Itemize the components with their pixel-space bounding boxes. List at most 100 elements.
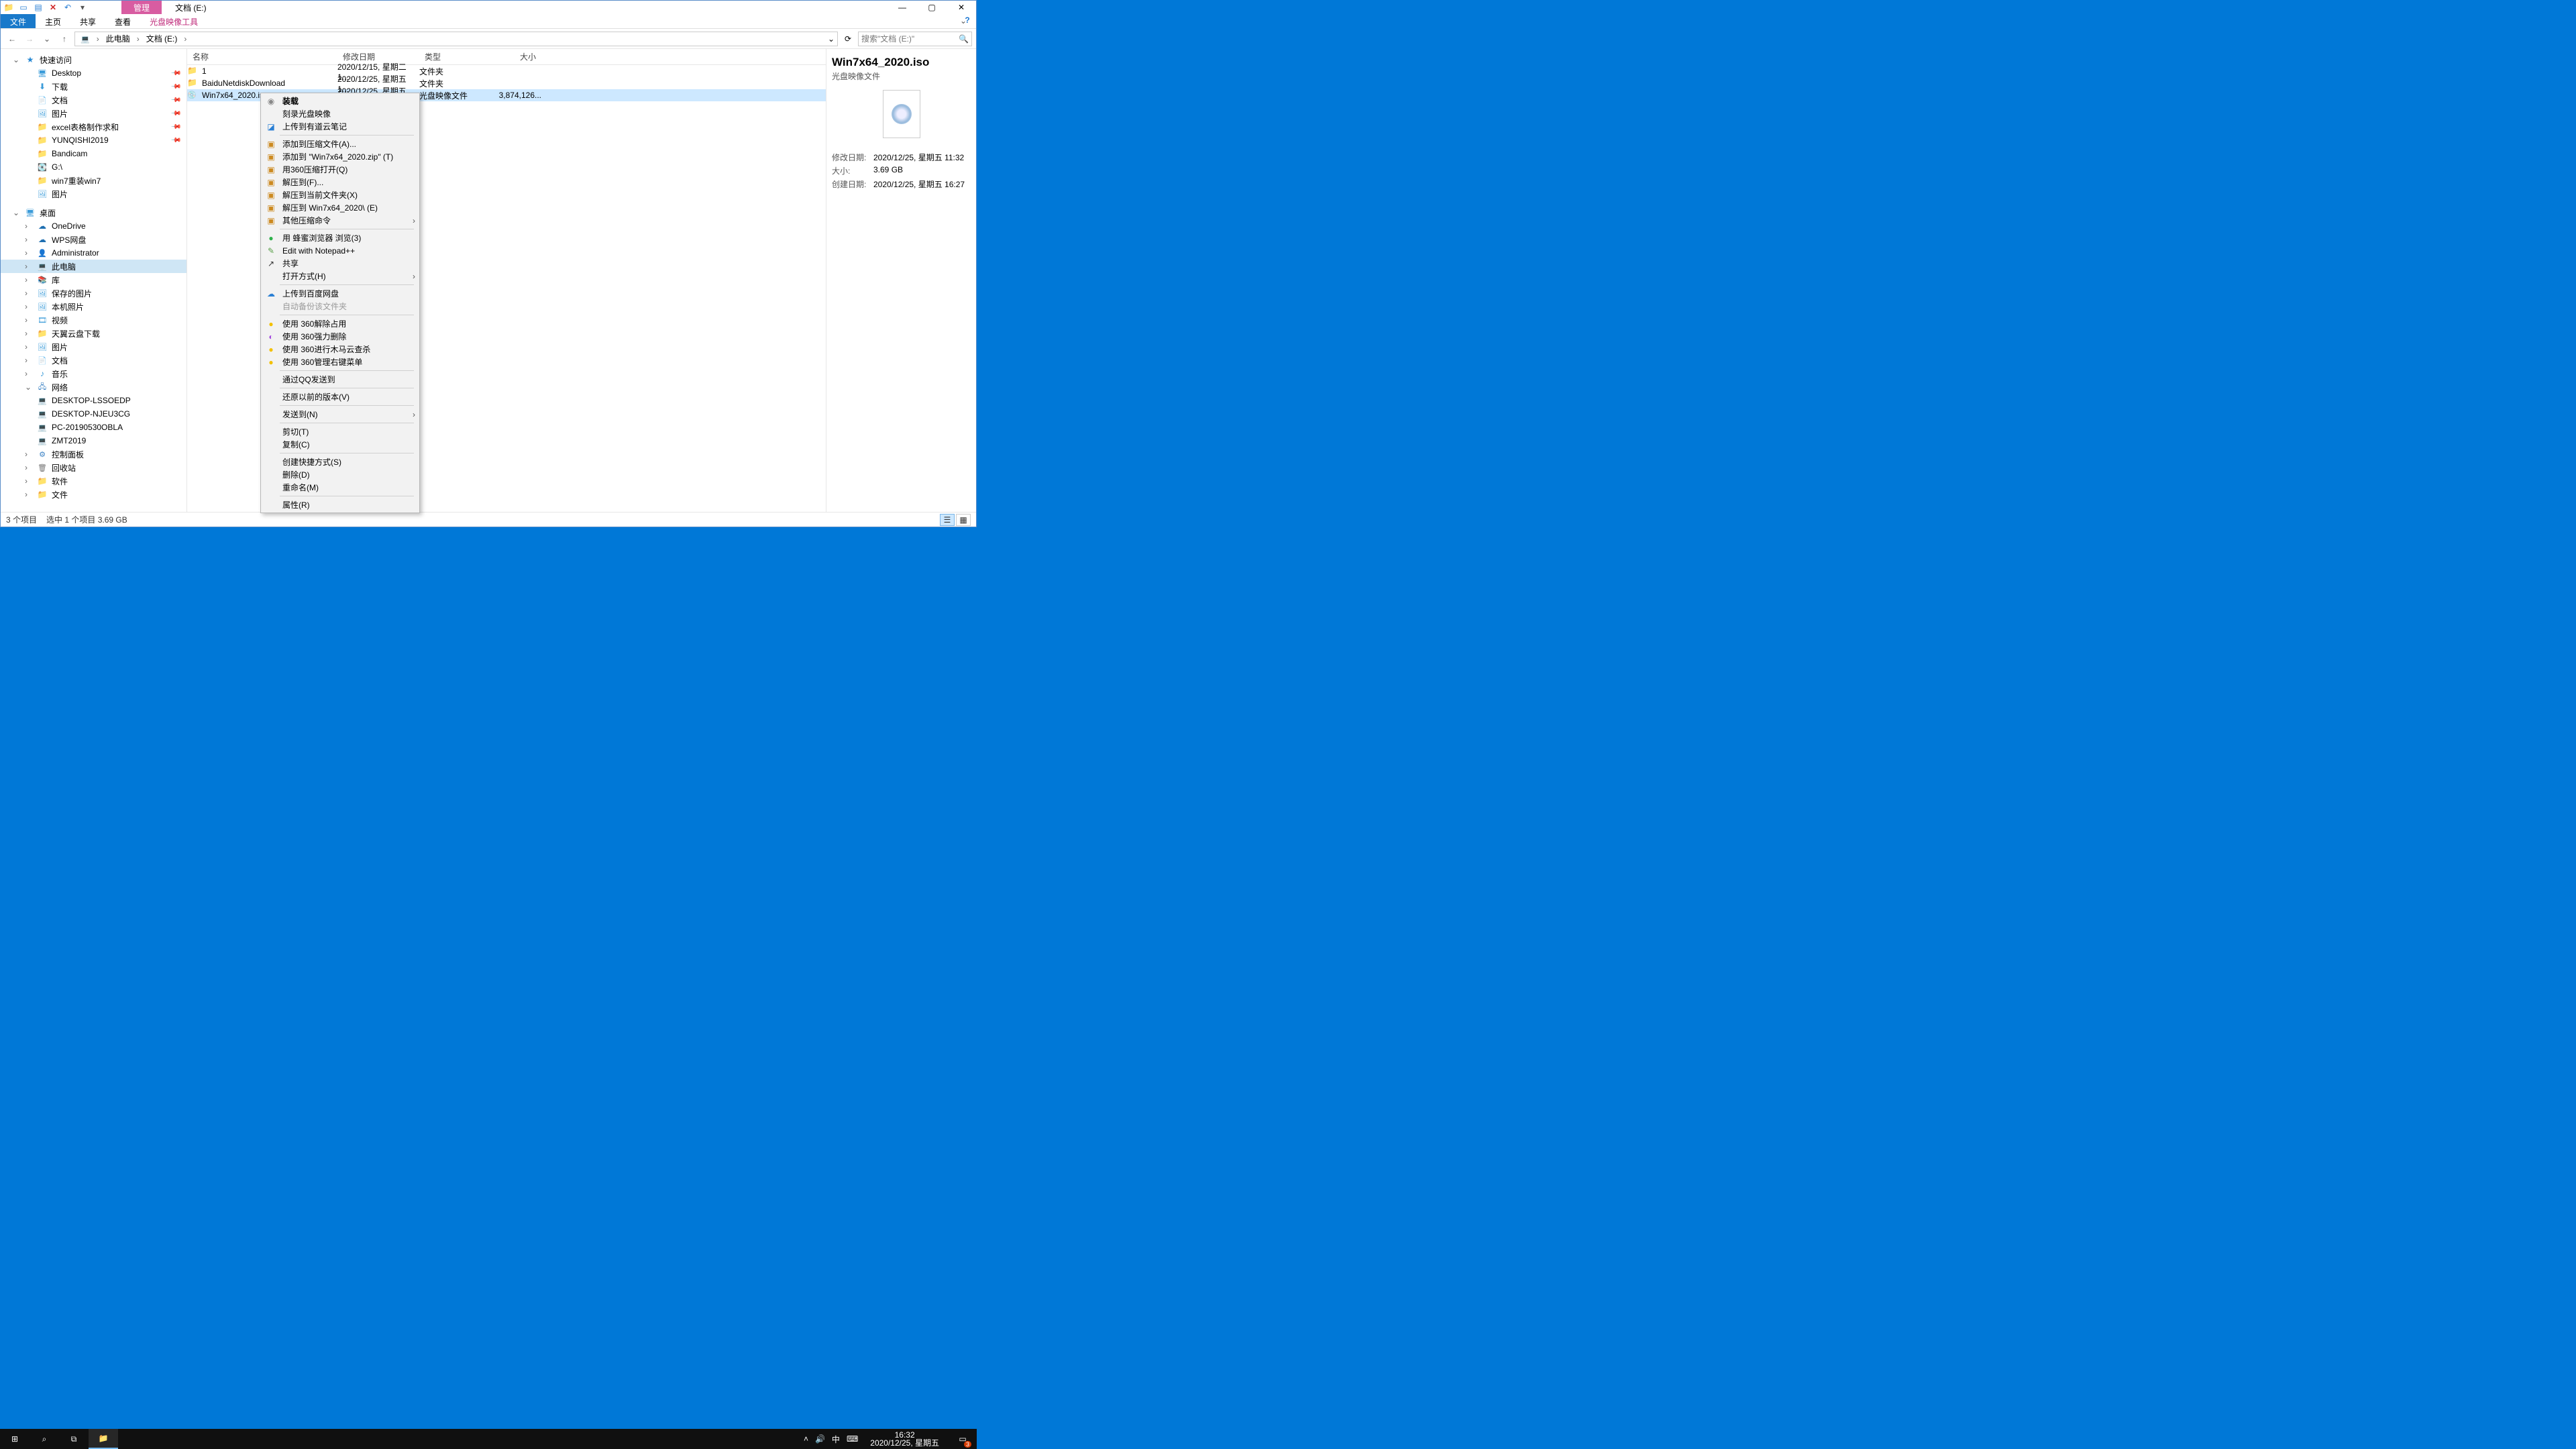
context-menu-item[interactable]: 重命名(M) bbox=[261, 481, 419, 494]
tree-item[interactable]: 下载📌 bbox=[1, 80, 186, 93]
context-menu-item[interactable]: 使用 360强力删除 bbox=[261, 330, 419, 343]
context-menu-item[interactable]: 通过QQ发送到 bbox=[261, 373, 419, 386]
qat-dropdown-icon[interactable]: ▾ bbox=[77, 2, 88, 13]
col-name[interactable]: 名称 bbox=[187, 51, 337, 62]
tree-item[interactable]: Desktop📌 bbox=[1, 66, 186, 80]
tree-item[interactable]: DESKTOP-NJEU3CG bbox=[1, 407, 186, 421]
context-menu-item[interactable]: 装载 bbox=[261, 95, 419, 107]
crumb-sep-icon[interactable]: › bbox=[94, 34, 102, 44]
address-history-dropdown[interactable]: ⌄ bbox=[825, 34, 835, 44]
context-menu-item[interactable]: 添加到压缩文件(A)... bbox=[261, 138, 419, 150]
expand-icon[interactable]: › bbox=[25, 356, 33, 365]
crumb-sep-icon[interactable]: › bbox=[181, 34, 189, 44]
tree-item[interactable]: ›文档 bbox=[1, 354, 186, 367]
tree-item[interactable]: 图片 bbox=[1, 187, 186, 201]
recent-dropdown[interactable]: ⌄ bbox=[40, 32, 54, 46]
tray-ime-icon[interactable]: ⌨ bbox=[847, 1434, 858, 1444]
context-menu-item[interactable]: 刻录光盘映像 bbox=[261, 107, 419, 120]
context-menu-item[interactable]: Edit with Notepad++ bbox=[261, 244, 419, 257]
crumb-sep-icon[interactable]: › bbox=[134, 34, 142, 44]
tray-ime-indicator[interactable]: 中 bbox=[832, 1434, 840, 1445]
tree-item[interactable]: ⌄桌面 bbox=[1, 206, 186, 219]
tree-item[interactable]: ›Administrator bbox=[1, 246, 186, 260]
tree-item[interactable]: ›本机照片 bbox=[1, 300, 186, 313]
context-menu-item[interactable]: 使用 360解除占用 bbox=[261, 317, 419, 330]
qat-properties-icon[interactable]: ▭ bbox=[18, 2, 29, 13]
context-menu-item[interactable]: 上传到有道云笔记 bbox=[261, 120, 419, 133]
tree-item[interactable]: 文档📌 bbox=[1, 93, 186, 107]
tree-item[interactable]: win7重装win7 bbox=[1, 174, 186, 187]
context-menu-item[interactable]: 打开方式(H)› bbox=[261, 270, 419, 282]
tree-item[interactable]: ›控制面板 bbox=[1, 447, 186, 461]
tree-item[interactable]: excel表格制作求和📌 bbox=[1, 120, 186, 133]
file-row[interactable]: BaiduNetdiskDownload2020/12/25, 星期五 1...… bbox=[187, 77, 826, 89]
expand-icon[interactable]: ⌄ bbox=[25, 382, 33, 392]
expand-icon[interactable]: ⌄ bbox=[13, 208, 21, 217]
context-menu-item[interactable]: 创建快捷方式(S) bbox=[261, 455, 419, 468]
address-bar[interactable]: › 此电脑 › 文档 (E:) › ⌄ bbox=[74, 32, 838, 46]
tree-item[interactable]: 图片📌 bbox=[1, 107, 186, 120]
context-menu-item[interactable]: 其他压缩命令› bbox=[261, 214, 419, 227]
tab-disc-image-tools[interactable]: 光盘映像工具 bbox=[140, 14, 207, 28]
context-menu-item[interactable]: 发送到(N)› bbox=[261, 408, 419, 421]
tree-item[interactable]: ›WPS网盘 bbox=[1, 233, 186, 246]
tray-overflow-icon[interactable]: ˄ bbox=[804, 1434, 808, 1444]
expand-icon[interactable]: › bbox=[25, 302, 33, 311]
qat-new-icon[interactable]: ▤ bbox=[33, 2, 44, 13]
up-button[interactable]: ↑ bbox=[57, 32, 72, 46]
expand-icon[interactable]: › bbox=[25, 369, 33, 378]
tab-file[interactable]: 文件 bbox=[1, 14, 36, 28]
tree-item[interactable]: DESKTOP-LSSOEDP bbox=[1, 394, 186, 407]
expand-icon[interactable]: › bbox=[25, 275, 33, 284]
tree-item[interactable]: YUNQISHI2019📌 bbox=[1, 133, 186, 147]
context-menu-item[interactable]: 添加到 "Win7x64_2020.zip" (T) bbox=[261, 150, 419, 163]
qat-delete-icon[interactable]: ✕ bbox=[48, 2, 58, 13]
context-menu-item[interactable]: 复制(C) bbox=[261, 438, 419, 451]
qat-undo-icon[interactable]: ↶ bbox=[62, 2, 73, 13]
context-menu[interactable]: 装载刻录光盘映像上传到有道云笔记添加到压缩文件(A)...添加到 "Win7x6… bbox=[260, 93, 420, 513]
forward-button[interactable]: → bbox=[22, 32, 37, 46]
task-view-button[interactable]: ⧉ bbox=[59, 1429, 89, 1449]
tree-item[interactable]: ›视频 bbox=[1, 313, 186, 327]
tree-item[interactable]: ›OneDrive bbox=[1, 219, 186, 233]
tree-item[interactable]: Bandicam bbox=[1, 147, 186, 160]
tree-item[interactable]: ›库 bbox=[1, 273, 186, 286]
taskbar-clock[interactable]: 16:32 2020/12/25, 星期五 bbox=[865, 1430, 945, 1448]
expand-icon[interactable]: ⌄ bbox=[13, 55, 21, 64]
tree-item[interactable]: ›文件 bbox=[1, 488, 186, 501]
tree-item[interactable]: ›天翼云盘下载 bbox=[1, 327, 186, 340]
tree-item[interactable]: ›软件 bbox=[1, 474, 186, 488]
context-menu-item[interactable]: 删除(D) bbox=[261, 468, 419, 481]
help-button[interactable]: ? bbox=[960, 15, 975, 25]
context-menu-item[interactable]: 解压到当前文件夹(X) bbox=[261, 189, 419, 201]
tree-item[interactable]: ⌄网络 bbox=[1, 380, 186, 394]
crumb-this-pc[interactable]: 此电脑 bbox=[103, 33, 133, 44]
tab-share[interactable]: 共享 bbox=[70, 14, 105, 28]
expand-icon[interactable]: › bbox=[25, 288, 33, 298]
col-type[interactable]: 类型 bbox=[419, 51, 488, 62]
expand-icon[interactable]: › bbox=[25, 342, 33, 352]
tree-item[interactable]: PC-20190530OBLA bbox=[1, 421, 186, 434]
close-button[interactable]: ✕ bbox=[947, 1, 976, 14]
tree-item[interactable]: G:\ bbox=[1, 160, 186, 174]
context-menu-item[interactable]: 使用 360管理右键菜单 bbox=[261, 356, 419, 368]
expand-icon[interactable]: › bbox=[25, 490, 33, 499]
expand-icon[interactable]: › bbox=[25, 463, 33, 472]
expand-icon[interactable]: › bbox=[25, 329, 33, 338]
tray-volume-icon[interactable]: 🔊 bbox=[815, 1434, 825, 1444]
tree-item[interactable]: ZMT2019 bbox=[1, 434, 186, 447]
crumb-drive-e[interactable]: 文档 (E:) bbox=[144, 33, 180, 44]
context-menu-item[interactable]: 属性(R) bbox=[261, 498, 419, 511]
back-button[interactable]: ← bbox=[5, 32, 19, 46]
tree-item[interactable]: ›保存的图片 bbox=[1, 286, 186, 300]
refresh-button[interactable]: ⟳ bbox=[841, 34, 855, 44]
view-icons-button[interactable]: ▦ bbox=[956, 514, 971, 526]
context-menu-item[interactable]: 剪切(T) bbox=[261, 425, 419, 438]
view-details-button[interactable]: ☰ bbox=[940, 514, 955, 526]
tree-item[interactable]: ›此电脑 bbox=[1, 260, 186, 273]
tree-item[interactable]: ›图片 bbox=[1, 340, 186, 354]
action-center-button[interactable]: ▭3 bbox=[951, 1429, 974, 1449]
expand-icon[interactable]: › bbox=[25, 476, 33, 486]
context-menu-item[interactable]: 用 蜂蜜浏览器 浏览(3) bbox=[261, 231, 419, 244]
tab-home[interactable]: 主页 bbox=[36, 14, 70, 28]
